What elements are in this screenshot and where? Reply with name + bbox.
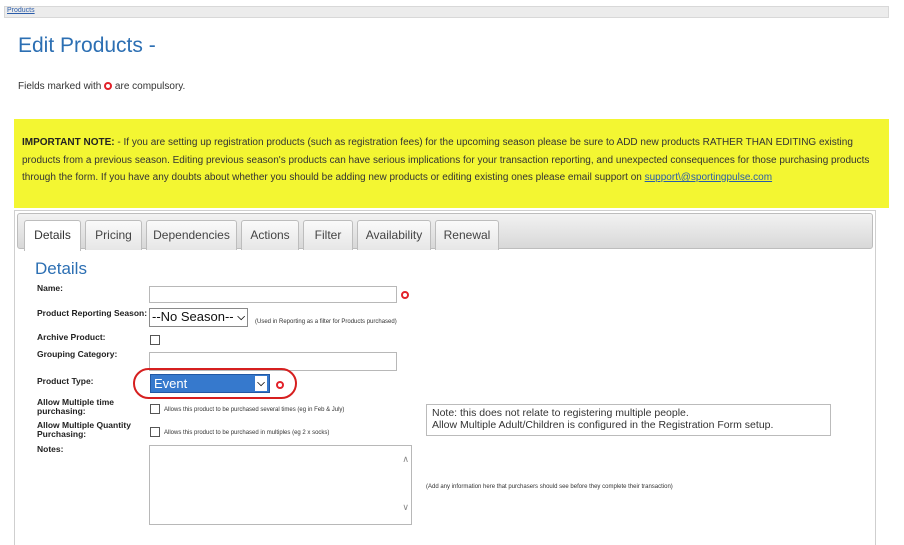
multi-time-hint: Allows this product to be purchased seve… — [164, 407, 345, 413]
multi-qty-checkbox[interactable] — [150, 427, 160, 437]
compulsory-note-before: Fields marked with — [18, 81, 102, 92]
season-hint: (Used in Reporting as a filter for Produ… — [255, 319, 397, 325]
tab-strip: Details Pricing Dependencies Actions Fil… — [17, 213, 873, 251]
multi-time-checkbox[interactable] — [150, 404, 160, 414]
name-required-icon — [401, 291, 409, 299]
name-label: Name: — [37, 283, 63, 293]
required-icon — [104, 82, 113, 90]
info-note-line-1: Note: this does not relate to registerin… — [432, 407, 689, 419]
page-title: Edit Products - — [18, 34, 156, 57]
tab-dependencies[interactable]: Dependencies — [146, 220, 237, 250]
scroll-down-icon[interactable]: ∨ — [402, 502, 409, 513]
important-note-lead: IMPORTANT NOTE: — [22, 137, 115, 148]
season-label: Product Reporting Season: — [37, 308, 148, 318]
tab-renewal[interactable]: Renewal — [435, 220, 499, 250]
compulsory-note-after: are compulsory. — [114, 81, 186, 92]
archive-label: Archive Product: — [37, 332, 106, 342]
breadcrumb: Products — [4, 6, 889, 18]
product-type-required-icon — [276, 381, 284, 389]
chevron-down-icon: ⌵ — [255, 376, 267, 391]
tab-filter[interactable]: Filter — [303, 220, 353, 250]
notes-textarea[interactable]: ∧ ∨ — [149, 445, 412, 525]
multi-qty-hint: Allows this product to be purchased in m… — [164, 430, 330, 436]
multi-qty-label-line-2: Purchasing: — [37, 429, 87, 439]
archive-checkbox[interactable] — [150, 335, 160, 345]
product-edit-panel: Details Pricing Dependencies Actions Fil… — [14, 210, 876, 545]
grouping-label: Grouping Category: — [37, 349, 118, 359]
product-type-label: Product Type: — [37, 376, 94, 386]
important-note-box: IMPORTANT NOTE: - If you are setting up … — [14, 119, 889, 208]
multi-time-label: Allow Multiple time purchasing: — [37, 398, 114, 416]
product-type-select[interactable]: Event ⌵ — [150, 374, 270, 393]
product-type-value: Event — [154, 376, 188, 391]
tab-details[interactable]: Details — [24, 220, 81, 251]
chevron-down-icon: ⌵ — [237, 312, 245, 323]
info-note-line-2: Allow Multiple Adult/Children is configu… — [432, 419, 774, 431]
details-section-title: Details — [35, 259, 87, 278]
season-select-value: --No Season-- — [152, 309, 234, 324]
compulsory-note: Fields marked with are compulsory. — [18, 81, 185, 92]
tab-actions[interactable]: Actions — [241, 220, 299, 250]
tab-pricing[interactable]: Pricing — [85, 220, 142, 250]
name-input[interactable] — [149, 286, 397, 303]
notes-hint: (Add any information here that purchaser… — [426, 484, 673, 490]
multi-qty-label: Allow Multiple Quantity Purchasing: — [37, 421, 131, 439]
multiple-purchase-info-note: Note: this does not relate to registerin… — [426, 404, 831, 436]
scroll-up-icon[interactable]: ∧ — [402, 454, 409, 465]
support-email-link[interactable]: support\@sportingpulse.com — [645, 172, 772, 183]
notes-label: Notes: — [37, 444, 64, 454]
breadcrumb-products-link[interactable]: Products — [7, 7, 35, 14]
tab-availability[interactable]: Availability — [357, 220, 431, 250]
season-select[interactable]: --No Season-- ⌵ — [149, 308, 248, 327]
multi-time-label-line-2: purchasing: — [37, 406, 86, 416]
